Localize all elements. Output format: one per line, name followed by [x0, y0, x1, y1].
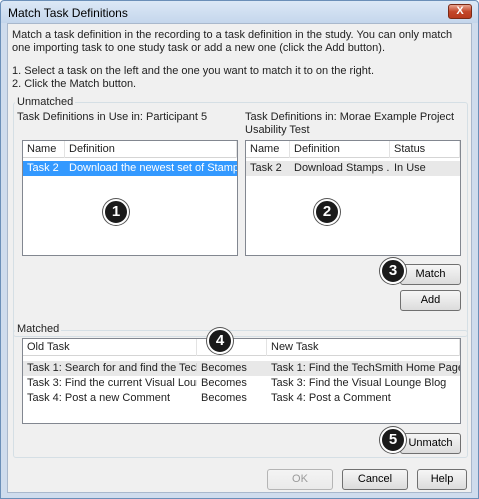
old-task-cell: Task 1: Search for and find the Tech...	[27, 362, 197, 374]
dialog-body: Match a task definition in the recording…	[7, 23, 472, 493]
list-item[interactable]: Task 2 Download the newest set of Stamps…	[23, 161, 237, 176]
close-button[interactable]: X	[448, 4, 472, 19]
callout-badge-1: 1	[103, 199, 129, 225]
left-list-heading: Task Definitions in Use in: Participant …	[17, 111, 208, 123]
callout-badge-3: 3	[380, 258, 406, 284]
list-header: Name Definition	[23, 141, 237, 158]
dialog-title: Match Task Definitions	[8, 6, 128, 20]
recording-task-list[interactable]: Name Definition Task 2 Download the newe…	[22, 140, 238, 256]
callout-badge-4: 4	[207, 328, 233, 354]
add-button[interactable]: Add	[400, 290, 461, 311]
column-header-name[interactable]: Name	[23, 141, 65, 158]
column-header-status[interactable]: Status	[390, 141, 460, 158]
unmatched-group-label: Unmatched	[15, 96, 76, 108]
table-row[interactable]: Task 3: Find the current Visual Loung...…	[23, 376, 460, 391]
instructions: 1. Select a task on the left and the one…	[12, 65, 374, 91]
task-status-cell: In Use	[394, 162, 426, 174]
title-bar[interactable]: Match Task Definitions X	[1, 1, 478, 23]
old-task-cell: Task 3: Find the current Visual Loung...	[27, 377, 197, 389]
new-task-cell: Task 1: Find the TechSmith Home Page	[271, 362, 460, 374]
column-header-new-task[interactable]: New Task	[267, 339, 460, 356]
new-task-cell: Task 4: Post a Comment	[271, 392, 391, 404]
table-row[interactable]: Task 1: Search for and find the Tech... …	[23, 361, 460, 376]
column-header-name[interactable]: Name	[246, 141, 290, 158]
matched-task-list[interactable]: Old Task New Task Task 1: Search for and…	[22, 338, 461, 424]
callout-badge-5: 5	[380, 427, 406, 453]
column-header-definition[interactable]: Definition	[290, 141, 390, 158]
column-header-definition[interactable]: Definition	[65, 141, 237, 158]
study-task-list[interactable]: Name Definition Status Task 2 Download S…	[245, 140, 461, 256]
cancel-button[interactable]: Cancel	[342, 469, 408, 490]
matched-group-label: Matched	[15, 323, 62, 335]
callout-badge-2: 2	[314, 199, 340, 225]
match-task-definitions-dialog: Match Task Definitions X Match a task de…	[0, 0, 479, 499]
ok-button[interactable]: OK	[267, 469, 333, 490]
list-header: Name Definition Status	[246, 141, 460, 158]
match-button[interactable]: Match	[400, 264, 461, 285]
intro-text: Match a task definition in the recording…	[12, 29, 453, 54]
close-icon: X	[456, 5, 464, 17]
unmatch-button[interactable]: Unmatch	[400, 433, 461, 454]
instruction-step-2: 2. Click the Match button.	[12, 78, 137, 90]
becomes-cell: Becomes	[201, 392, 247, 404]
becomes-cell: Becomes	[201, 362, 247, 374]
task-definition-cell: Download the newest set of Stamps...	[69, 162, 237, 174]
help-button[interactable]: Help	[417, 469, 467, 490]
task-definition-cell: Download Stamps ...	[294, 162, 390, 174]
old-task-cell: Task 4: Post a new Comment	[27, 392, 171, 404]
right-list-heading: Task Definitions in: Morae Example Proje…	[245, 111, 455, 136]
becomes-cell: Becomes	[201, 377, 247, 389]
table-row[interactable]: Task 4: Post a new Comment Becomes Task …	[23, 391, 460, 406]
instruction-step-1: 1. Select a task on the left and the one…	[12, 65, 375, 77]
new-task-cell: Task 3: Find the Visual Lounge Blog	[271, 377, 447, 389]
task-name-cell: Task 2	[27, 162, 59, 174]
column-header-old-task[interactable]: Old Task	[23, 339, 197, 356]
list-header: Old Task New Task	[23, 339, 460, 356]
list-item[interactable]: Task 2 Download Stamps ... In Use	[246, 161, 460, 176]
task-name-cell: Task 2	[250, 162, 282, 174]
